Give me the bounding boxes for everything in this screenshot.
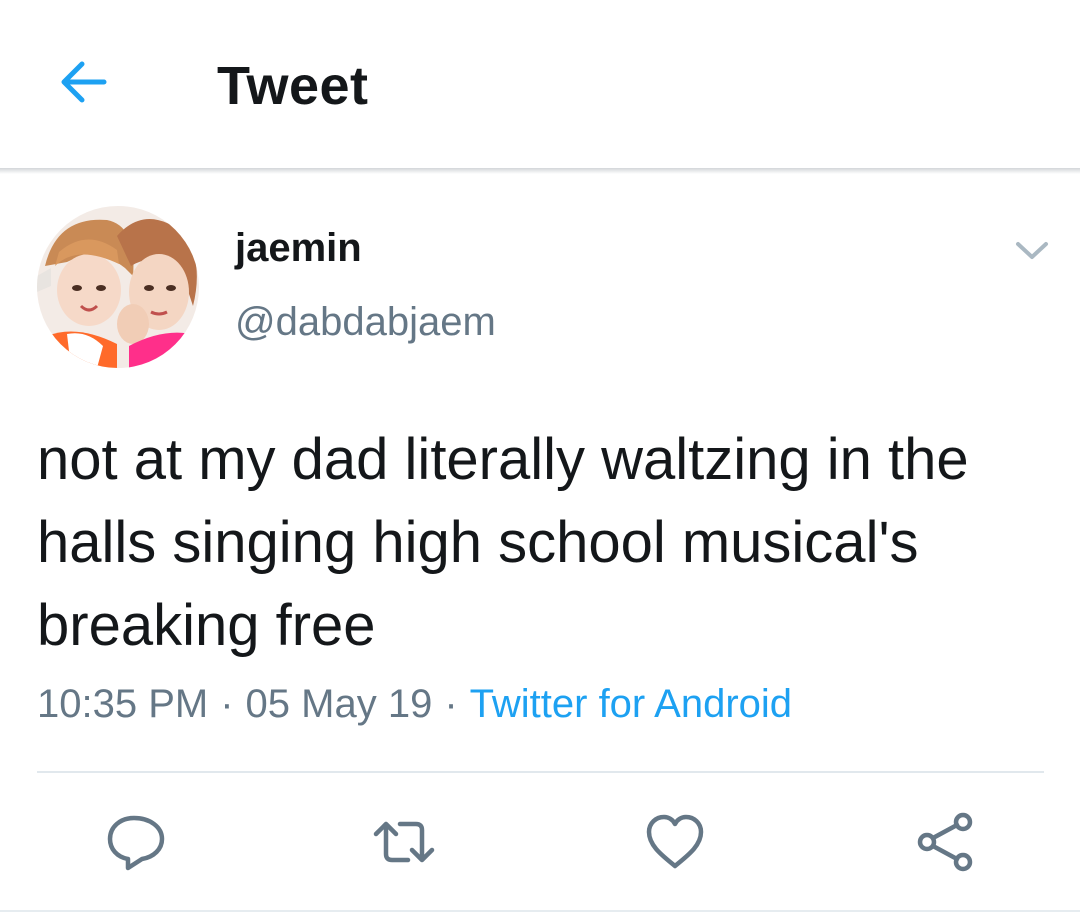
meta-separator: ·	[220, 682, 234, 726]
tweet-text: not at my dad literally waltzing in the …	[37, 427, 969, 658]
like-button[interactable]	[643, 810, 707, 874]
tweet-metadata: 10:35 PM · 05 May 19 · Twitter for Android	[37, 682, 792, 727]
header-shadow	[0, 168, 1080, 174]
heart-icon	[646, 814, 704, 869]
author-handle[interactable]: @dabdabjaem	[235, 300, 496, 345]
tweet-menu-button[interactable]	[1010, 232, 1054, 268]
reply-button[interactable]	[104, 810, 168, 874]
avatar[interactable]	[37, 206, 199, 368]
divider	[37, 771, 1044, 773]
avatar-photo	[37, 206, 199, 368]
top-app-bar: Tweet	[0, 0, 1080, 168]
reply-icon	[107, 815, 165, 871]
retweet-button[interactable]	[372, 810, 436, 874]
share-icon	[917, 812, 973, 872]
back-button[interactable]	[52, 50, 116, 114]
tweet-source-link[interactable]: Twitter for Android	[470, 682, 792, 726]
author-display-name[interactable]: jaemin	[235, 226, 362, 271]
tweet-date: 05 May 19	[245, 682, 433, 726]
meta-separator: ·	[444, 682, 458, 726]
arrow-left-icon	[61, 61, 107, 103]
chevron-down-icon	[1016, 242, 1048, 259]
tweet-time: 10:35 PM	[37, 682, 209, 726]
page-title: Tweet	[217, 56, 369, 116]
retweet-icon	[373, 821, 435, 863]
share-button[interactable]	[913, 810, 977, 874]
bottom-divider	[0, 910, 1080, 912]
